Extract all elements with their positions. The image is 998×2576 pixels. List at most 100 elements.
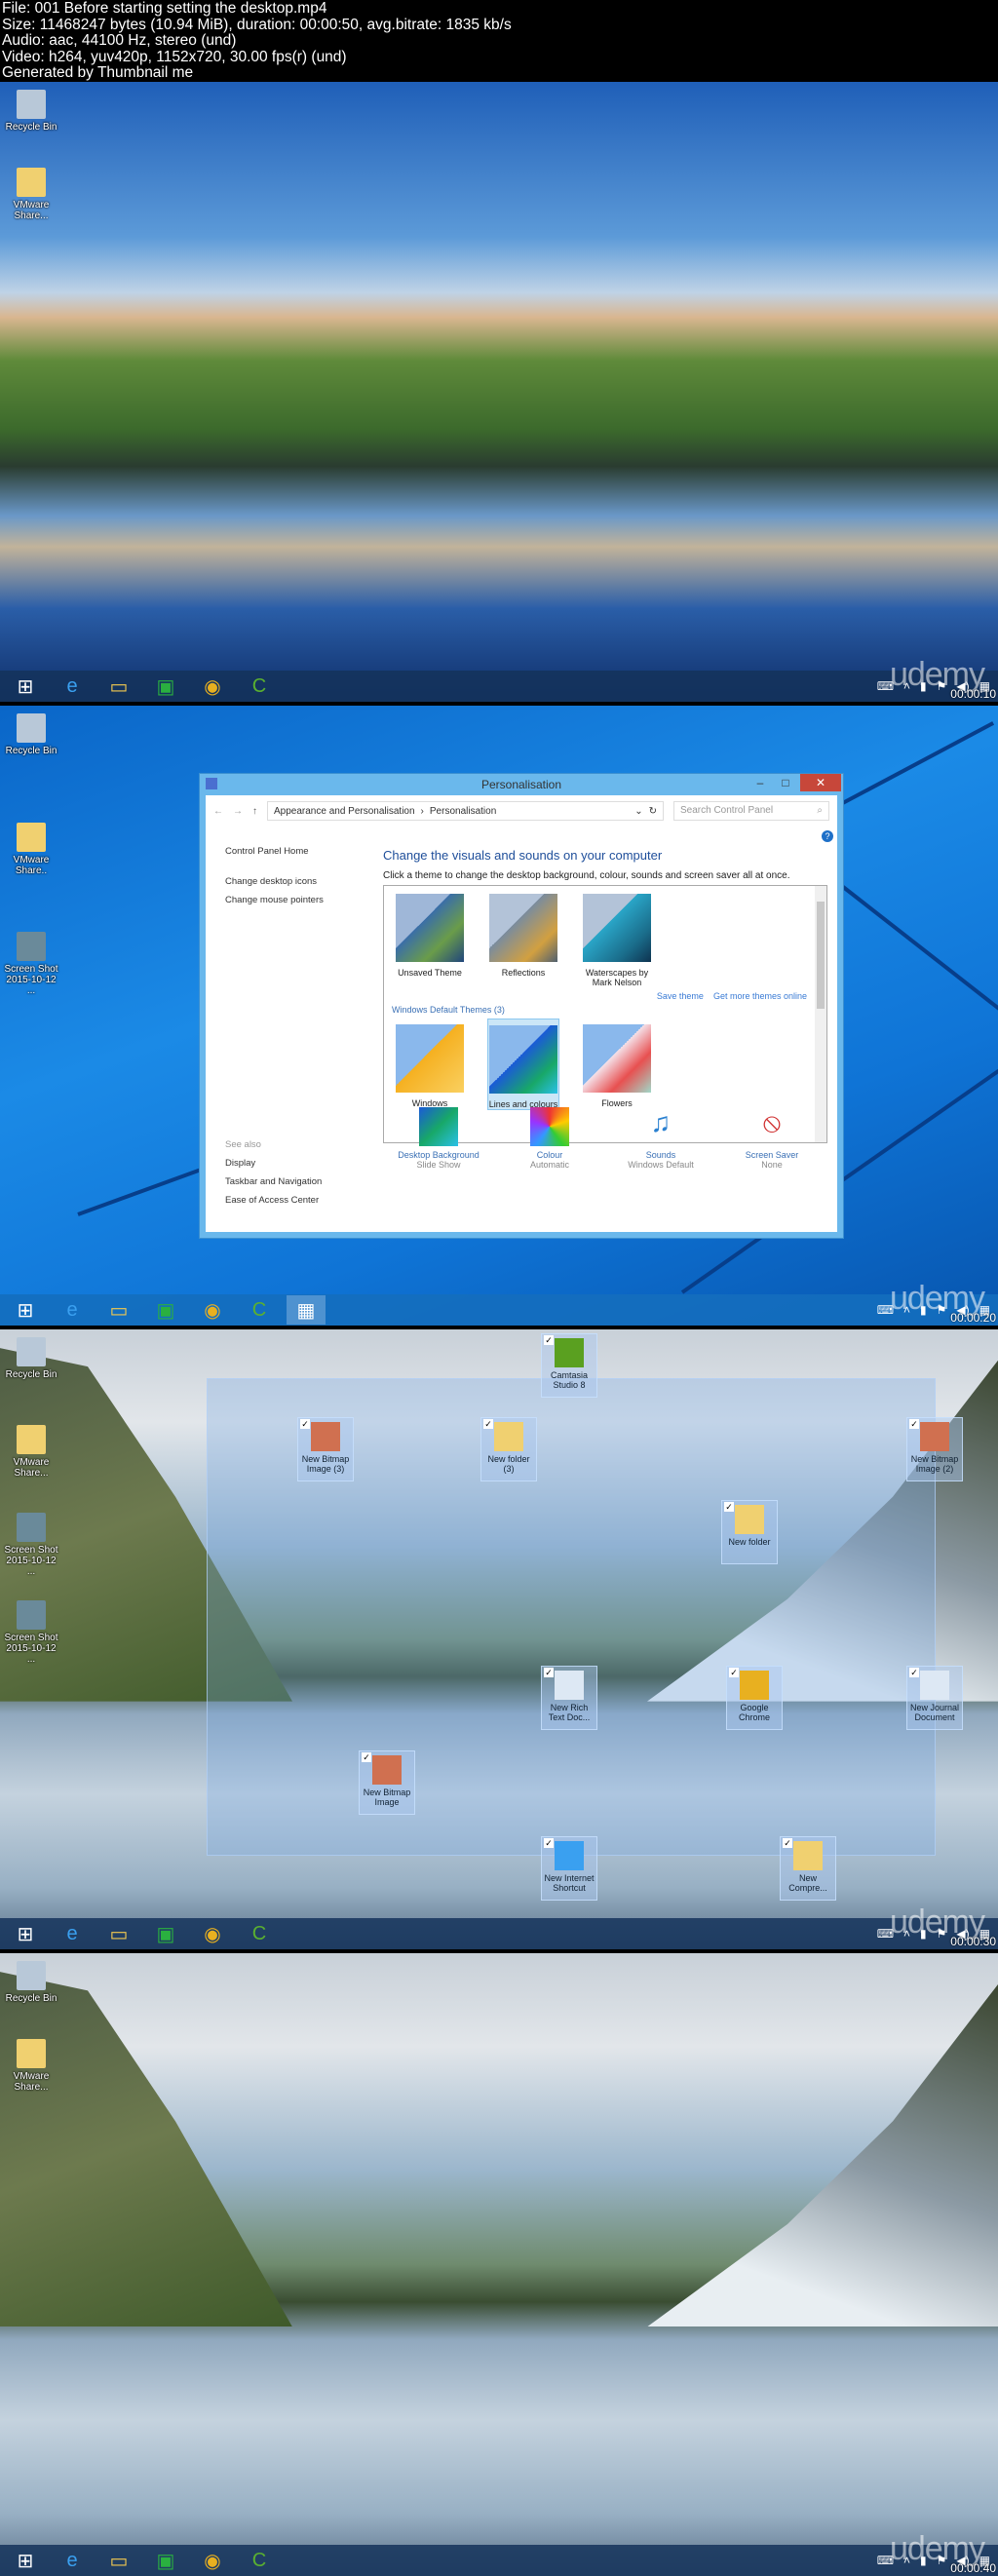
frame-4-desktop: Recycle Bin VMware Share... ⊞ e ▭ ▣ ◉ C ⌨ ˄ ▮ ⚑ ◀) ▦ u… xyxy=(0,1953,998,2576)
control-panel-home-link[interactable]: Control Panel Home xyxy=(225,846,381,857)
ease-of-access-link[interactable]: Ease of Access Center xyxy=(225,1195,381,1206)
checkbox-icon[interactable]: ✓ xyxy=(724,1502,734,1512)
chevron-right-icon: › xyxy=(420,805,424,817)
camtasia-icon[interactable]: C xyxy=(240,1295,279,1325)
colour-setting[interactable]: Colour Automatic xyxy=(496,1107,603,1170)
checkbox-icon[interactable]: ✓ xyxy=(909,1419,919,1429)
desktop-icon[interactable]: VMware Share... xyxy=(2,1425,60,1479)
chevron-down-icon[interactable]: ⌄ xyxy=(634,806,642,817)
file-explorer-icon[interactable]: ▭ xyxy=(99,2546,138,2575)
get-more-themes-link[interactable]: Get more themes online xyxy=(713,991,807,1001)
checkbox-icon[interactable]: ✓ xyxy=(362,1752,371,1762)
selected-desktop-icon[interactable]: ✓ New Compre... xyxy=(780,1836,836,1901)
taskbar-navigation-link[interactable]: Taskbar and Navigation xyxy=(225,1176,381,1187)
selected-desktop-icon[interactable]: ✓ New Bitmap Image (3) xyxy=(297,1417,354,1481)
selected-desktop-icon[interactable]: ✓ New folder xyxy=(721,1500,778,1564)
camtasia-icon[interactable]: C xyxy=(240,1919,279,1948)
desktop-icon[interactable]: Screen Shot 2015-10-12 ... xyxy=(2,932,60,996)
store-icon[interactable]: ▣ xyxy=(146,672,185,701)
checkbox-icon[interactable]: ✓ xyxy=(909,1668,919,1677)
theme-waterscapes[interactable]: Waterscapes by Mark Nelson xyxy=(581,888,653,987)
theme-windows[interactable]: Windows xyxy=(394,1019,466,1110)
desktop-icon[interactable]: Recycle Bin xyxy=(2,1961,60,2004)
file-explorer-icon[interactable]: ▭ xyxy=(99,672,138,701)
checkbox-icon[interactable]: ✓ xyxy=(483,1419,493,1429)
change-desktop-icons-link[interactable]: Change desktop icons xyxy=(225,876,381,887)
up-icon[interactable]: ↑ xyxy=(252,806,257,817)
store-icon[interactable]: ▣ xyxy=(146,1919,185,1948)
checkbox-icon[interactable]: ✓ xyxy=(544,1838,554,1848)
selected-desktop-icon[interactable]: ✓ New Internet Shortcut xyxy=(541,1836,597,1901)
forward-icon[interactable]: → xyxy=(233,806,243,817)
theme-flowers[interactable]: Flowers xyxy=(581,1019,653,1110)
checkbox-icon[interactable]: ✓ xyxy=(783,1838,792,1848)
theme-list-scrollbar[interactable] xyxy=(815,886,826,1142)
refresh-icon[interactable]: ↻ xyxy=(649,806,657,817)
frame-1-desktop: Recycle Bin VMware Share... ⊞ e ▭ ▣ ◉ C ⌨ ˄ ▮ ⚑ ◀) ▦ u… xyxy=(0,82,998,702)
window-titlebar[interactable]: Personalisation – □ ✕ xyxy=(200,774,843,795)
start-icon[interactable]: ⊞ xyxy=(6,1295,45,1325)
maximize-button[interactable]: □ xyxy=(773,774,798,791)
checkbox-icon[interactable]: ✓ xyxy=(544,1668,554,1677)
selected-desktop-icon[interactable]: ✓ New Bitmap Image xyxy=(359,1750,415,1815)
sounds-setting[interactable]: ♫ Sounds Windows Default xyxy=(607,1107,714,1170)
desktop-icon[interactable]: VMware Share... xyxy=(2,2039,60,2093)
chrome-icon[interactable]: ◉ xyxy=(193,1295,232,1325)
desktop-icon[interactable]: VMware Share... xyxy=(2,168,60,221)
search-input[interactable]: Search Control Panel ⌕ xyxy=(673,801,829,821)
address-bar[interactable]: Appearance and Personalisation › Persona… xyxy=(267,801,664,821)
selected-desktop-icon[interactable]: ✓ New folder (3) xyxy=(480,1417,537,1481)
file-explorer-icon[interactable]: ▭ xyxy=(99,1295,138,1325)
back-icon[interactable]: ← xyxy=(213,806,223,817)
screen-saver-setting[interactable]: ⦸ Screen Saver None xyxy=(718,1107,825,1170)
camtasia-icon[interactable]: C xyxy=(240,672,279,701)
minimize-button[interactable]: – xyxy=(748,774,773,791)
audio-line: Audio: aac, 44100 Hz, stereo (und) xyxy=(2,32,237,50)
theme-lines-and-colours[interactable]: Lines and colours xyxy=(487,1019,559,1110)
help-icon[interactable]: ? xyxy=(822,830,833,842)
page-subheading: Click a theme to change the desktop back… xyxy=(383,870,790,881)
internet-explorer-icon[interactable]: e xyxy=(53,672,92,701)
theme-unsaved[interactable]: Unsaved Theme xyxy=(394,888,466,987)
selected-desktop-icon[interactable]: ✓ New Rich Text Doc... xyxy=(541,1666,597,1730)
save-theme-link[interactable]: Save theme xyxy=(657,991,704,1001)
display-link[interactable]: Display xyxy=(225,1158,381,1169)
camtasia-icon[interactable]: C xyxy=(240,2546,279,2575)
internet-explorer-icon[interactable]: e xyxy=(53,1919,92,1948)
control-panel-icon[interactable]: ▦ xyxy=(287,1295,326,1325)
theme-reflections[interactable]: Reflections xyxy=(487,888,559,987)
desktop-icon[interactable]: Recycle Bin xyxy=(2,90,60,133)
selected-desktop-icon[interactable]: ✓ Google Chrome xyxy=(726,1666,783,1730)
checkbox-icon[interactable]: ✓ xyxy=(729,1668,739,1677)
desktop-icon-label: New Bitmap Image (3) xyxy=(301,1454,350,1474)
start-icon[interactable]: ⊞ xyxy=(6,1919,45,1948)
store-icon[interactable]: ▣ xyxy=(146,2546,185,2575)
desktop-icon[interactable]: Screen Shot 2015-10-12 ... xyxy=(2,1513,60,1577)
selected-desktop-icon[interactable]: ✓ Camtasia Studio 8 xyxy=(541,1333,597,1398)
close-button[interactable]: ✕ xyxy=(800,774,841,791)
desktop-icon-label: Recycle Bin xyxy=(5,122,58,133)
start-icon[interactable]: ⊞ xyxy=(6,2546,45,2575)
file-line: File: 001 Before starting setting the de… xyxy=(2,0,327,17)
desktop-icon[interactable]: Screen Shot 2015-10-12 ... xyxy=(2,1600,60,1665)
chrome-icon[interactable]: ◉ xyxy=(193,2546,232,2575)
store-icon[interactable]: ▣ xyxy=(146,1295,185,1325)
desktop-icon[interactable]: Recycle Bin xyxy=(2,1337,60,1380)
file-explorer-icon[interactable]: ▭ xyxy=(99,1919,138,1948)
selected-desktop-icon[interactable]: ✓ New Journal Document xyxy=(906,1666,963,1730)
desktop-icon[interactable]: VMware Share.. xyxy=(2,823,60,876)
desktop-icon[interactable]: Recycle Bin xyxy=(2,713,60,756)
start-icon[interactable]: ⊞ xyxy=(6,672,45,701)
internet-explorer-icon[interactable]: e xyxy=(53,1295,92,1325)
search-icon[interactable]: ⌕ xyxy=(817,805,823,817)
chrome-icon[interactable]: ◉ xyxy=(193,672,232,701)
selected-desktop-icon[interactable]: ✓ New Bitmap Image (2) xyxy=(906,1417,963,1481)
checkbox-icon[interactable]: ✓ xyxy=(544,1335,554,1345)
internet-explorer-icon[interactable]: e xyxy=(53,2546,92,2575)
desktop-background-setting[interactable]: Desktop Background Slide Show xyxy=(385,1107,492,1170)
chrome-icon[interactable]: ◉ xyxy=(193,1919,232,1948)
change-mouse-pointers-link[interactable]: Change mouse pointers xyxy=(225,895,381,905)
breadcrumb-item[interactable]: Appearance and Personalisation xyxy=(274,806,415,817)
breadcrumb-item[interactable]: Personalisation xyxy=(430,806,496,817)
checkbox-icon[interactable]: ✓ xyxy=(300,1419,310,1429)
